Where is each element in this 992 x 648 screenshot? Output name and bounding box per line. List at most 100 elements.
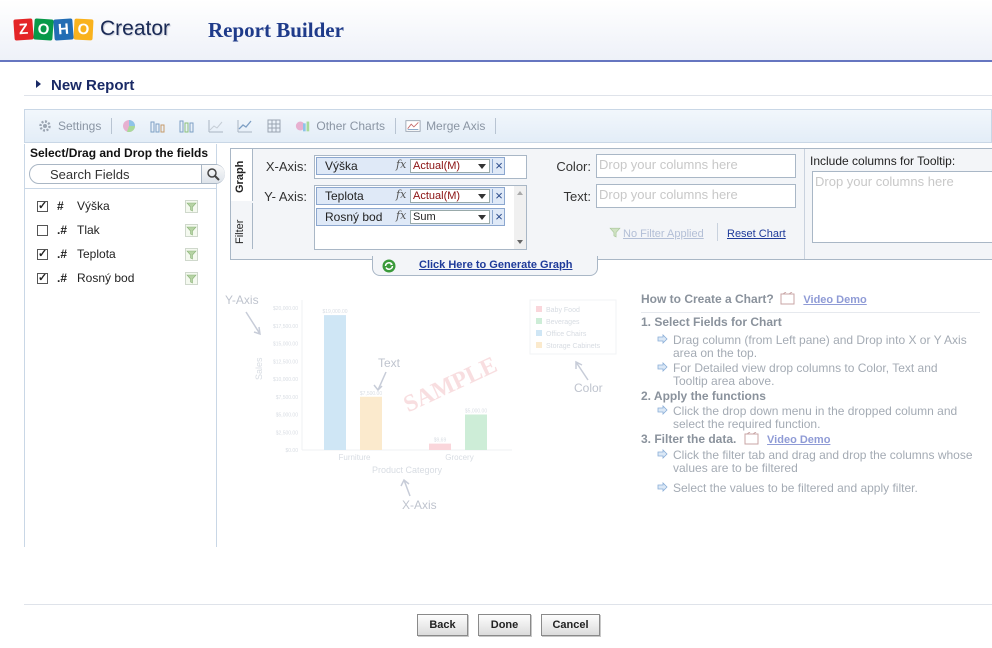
field-name: Rosný bod <box>77 271 135 285</box>
divider <box>641 312 980 313</box>
tooltip-label: Include columns for Tooltip: <box>810 154 956 168</box>
field-item[interactable]: .# Tlak <box>25 219 217 241</box>
filter-icon[interactable] <box>185 199 198 213</box>
video-demo-link[interactable]: Video Demo <box>803 294 866 306</box>
sample-tick-label: $20,000.00 <box>273 306 298 312</box>
remove-icon[interactable]: × <box>492 189 505 203</box>
x-axis-pill[interactable]: Výška fx Actual(M) × <box>316 157 505 175</box>
help-item-text: Click the drop down menu in the dropped … <box>673 404 958 431</box>
field-item[interactable]: ✓ # Výška <box>25 195 217 217</box>
sample-legend-swatch <box>536 342 542 348</box>
function-select[interactable]: Actual(M) <box>410 189 490 203</box>
bar-chart-button[interactable] <box>150 118 171 134</box>
gear-icon <box>37 118 53 134</box>
sample-bar <box>429 443 451 450</box>
search-button[interactable] <box>201 165 225 183</box>
settings-label: Settings <box>58 119 102 133</box>
field-type-icon: # <box>57 199 64 213</box>
remove-icon[interactable]: × <box>492 210 505 224</box>
refresh-icon[interactable] <box>381 258 397 274</box>
sample-tick-label: $0.00 <box>285 448 298 454</box>
no-filter-applied-link[interactable]: No Filter Applied <box>623 228 704 240</box>
remove-icon[interactable]: × <box>492 159 505 173</box>
y-axis-pill[interactable]: Teplota fx Actual(M) × <box>316 187 505 205</box>
generate-graph-link[interactable]: Click Here to Generate Graph <box>419 259 572 271</box>
tab-filter-label: Filter <box>234 219 246 244</box>
generate-graph-tab[interactable]: Click Here to Generate Graph <box>372 256 598 276</box>
search-fields-input[interactable]: Search Fields <box>29 164 225 184</box>
cancel-button[interactable]: Cancel <box>541 614 600 636</box>
search-placeholder: Search Fields <box>50 167 130 182</box>
field-item[interactable]: ✓ .# Teplota <box>25 243 217 265</box>
fields-list: ✓ # Výška .# Tlak ✓ .# Teplota ✓ .# Rosn… <box>25 188 217 285</box>
field-checkbox[interactable]: ✓ <box>37 272 48 284</box>
done-button[interactable]: Done <box>478 614 531 636</box>
merge-axis-icon <box>405 118 421 134</box>
field-checkbox[interactable]: ✓ <box>37 200 48 212</box>
pie-chart-button[interactable] <box>121 118 142 134</box>
other-charts-button[interactable]: Other Charts <box>295 118 385 134</box>
field-checkbox[interactable]: ✓ <box>37 248 48 260</box>
sample-tick-label: $15,000.00 <box>273 342 298 348</box>
stacked-bar-chart-button[interactable] <box>179 118 200 134</box>
table-chart-button[interactable] <box>266 118 287 134</box>
sample-tick-group: $20,000.00 $17,500.00 $15,000.00 $12,500.00… <box>273 306 298 454</box>
search-icon <box>207 168 220 181</box>
function-select[interactable]: Sum <box>410 210 490 224</box>
y-axis-pill[interactable]: Rosný bod fx Sum × <box>316 208 505 226</box>
video-icon <box>780 291 795 305</box>
y-axis-scrollbar[interactable] <box>514 186 526 249</box>
dropdown-arrow-icon <box>478 194 486 199</box>
merge-axis-button[interactable]: Merge Axis <box>405 118 485 134</box>
pill-name: Výška <box>325 159 358 173</box>
x-axis-dropzone[interactable]: Výška fx Actual(M) × <box>314 155 527 179</box>
color-dropzone[interactable]: Drop your columns here <box>596 154 796 178</box>
filter-icon[interactable] <box>185 223 198 237</box>
sample-color-caption: Color <box>574 381 603 395</box>
sample-legend-label: Office Chairs <box>546 331 587 338</box>
sample-tick-label: $7,500.00 <box>276 395 298 401</box>
sample-tick-label: $12,500.00 <box>273 359 298 365</box>
function-select[interactable]: Actual(M) <box>410 159 490 173</box>
report-title-text: New Report <box>51 77 135 94</box>
filter-icon[interactable] <box>185 271 198 285</box>
text-dropzone[interactable]: Drop your columns here <box>596 184 796 208</box>
divider <box>804 149 805 259</box>
back-button[interactable]: Back <box>417 614 468 636</box>
sample-bar-label: $19,000.00 <box>322 309 347 315</box>
function-icon: fx <box>396 209 407 222</box>
sample-tick-label: $17,500.00 <box>273 324 298 330</box>
report-title[interactable]: New Report <box>36 77 134 94</box>
video-icon <box>744 431 759 445</box>
sample-x-axis-caption: X-Axis <box>402 498 437 512</box>
tab-filter[interactable]: Filter <box>231 203 253 249</box>
field-item[interactable]: ✓ .# Rosný bod <box>25 267 217 289</box>
sample-category-label: Furniture <box>338 453 371 462</box>
function-value: Sum <box>413 211 436 223</box>
fields-panel-title: Select/Drag and Drop the fields <box>30 146 209 160</box>
reset-chart-link[interactable]: Reset Chart <box>727 228 786 240</box>
arrow-right-icon <box>657 405 668 415</box>
zoho-creator-logo[interactable]: Z O H O Creator <box>13 17 170 41</box>
field-type-icon: .# <box>57 223 68 237</box>
filter-icon[interactable] <box>185 247 198 261</box>
y-axis-dropzone[interactable]: Teplota fx Actual(M) × Rosný bod fx Sum … <box>314 185 527 250</box>
logo-letter: O <box>73 18 94 40</box>
table-icon <box>266 118 282 134</box>
app-title: Report Builder <box>208 18 344 42</box>
settings-button[interactable]: Settings <box>37 118 101 134</box>
scroll-up-icon <box>517 191 523 195</box>
field-name: Teplota <box>77 247 116 261</box>
field-checkbox[interactable] <box>37 224 48 236</box>
area-chart-button[interactable] <box>208 118 229 134</box>
divider <box>24 604 992 605</box>
video-demo-link[interactable]: Video Demo <box>767 434 830 446</box>
tooltip-dropzone[interactable]: Drop your columns here <box>812 171 992 243</box>
sample-ylabel: Sales <box>254 357 264 380</box>
line-chart-button[interactable] <box>237 118 258 134</box>
sample-bar <box>465 414 487 450</box>
tab-graph[interactable]: Graph <box>231 149 253 201</box>
sample-bar-label: $5,000.00 <box>465 409 487 415</box>
line-chart-icon <box>237 118 253 134</box>
sample-legend-swatch <box>536 318 542 324</box>
